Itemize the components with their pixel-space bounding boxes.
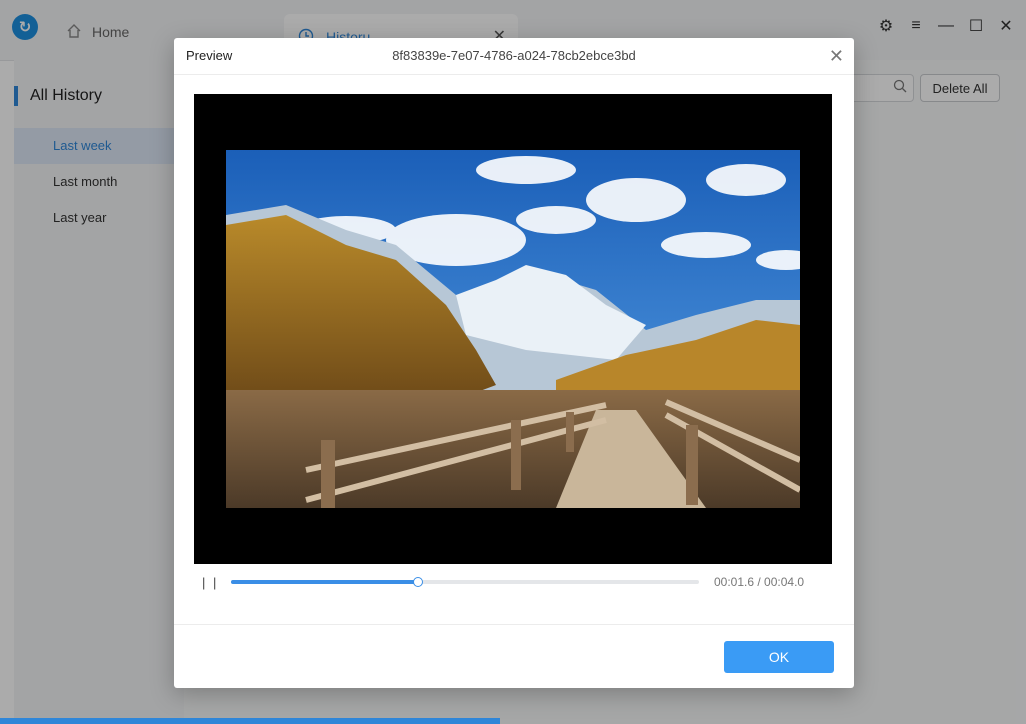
seek-handle[interactable] bbox=[413, 577, 424, 587]
file-id: 8f83839e-7e07-4786-a024-78cb2ebce3bd bbox=[392, 48, 636, 63]
video-player[interactable] bbox=[194, 94, 832, 564]
seek-bar-fill bbox=[231, 580, 419, 584]
seek-bar[interactable] bbox=[231, 577, 699, 587]
dialog-divider bbox=[174, 624, 854, 625]
dialog-close-icon[interactable]: ✕ bbox=[829, 46, 844, 67]
preview-dialog: Preview 8f83839e-7e07-4786-a024-78cb2ebc… bbox=[174, 38, 854, 688]
ok-button[interactable]: OK bbox=[724, 641, 834, 673]
pause-button[interactable]: | | bbox=[202, 575, 218, 590]
taskbar-strip bbox=[0, 718, 500, 724]
video-frame-image bbox=[226, 150, 800, 508]
dialog-header: Preview 8f83839e-7e07-4786-a024-78cb2ebc… bbox=[174, 38, 854, 75]
playback-time: 00:01.6 / 00:04.0 bbox=[714, 575, 805, 589]
player-controls: | | 00:01.6 / 00:04.0 bbox=[202, 570, 822, 594]
